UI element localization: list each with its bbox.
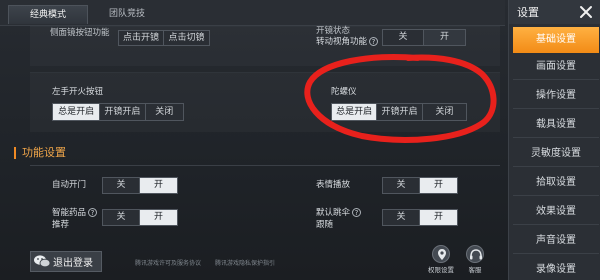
parachute-label-line1: 默认跳伞 (316, 208, 351, 218)
smart-med-label-wrap: 智能药品? (52, 208, 98, 219)
headset-icon (466, 245, 484, 263)
smart-med-label-line1: 智能药品 (52, 208, 87, 218)
menu-replay-settings[interactable]: 录像设置 (513, 257, 599, 280)
gyro-off[interactable]: 关闭 (423, 104, 466, 120)
auto-door-label: 自动开门 (52, 180, 87, 190)
menu-graphics-settings[interactable]: 画面设置 (513, 54, 599, 80)
fire-gyro-row-bg (30, 72, 500, 132)
parachute-label-wrap: 默认跳伞? (316, 208, 362, 219)
gyro-scope[interactable]: 开镜开启 (377, 104, 423, 120)
parachute-off[interactable]: 关 (383, 210, 421, 225)
smart-med-off[interactable]: 关 (103, 210, 141, 225)
section-divider (30, 165, 500, 166)
left-fire-always[interactable]: 总是开启 (53, 104, 101, 120)
emote-label: 表情播放 (316, 180, 351, 190)
tab-classic-mode[interactable]: 经典模式 (8, 5, 88, 24)
license-link[interactable]: 腾讯游戏许可及服务协议 (135, 258, 201, 267)
privacy-link[interactable]: 腾讯游戏隐私保护指引 (215, 258, 275, 267)
settings-side-panel: 设置 基础设置 画面设置 操作设置 载具设置 灵敏度设置 拾取设置 效果设置 声… (508, 0, 600, 280)
mode-tabbar: 经典模式 团队竞技 (0, 0, 505, 26)
gyro-label: 陀螺仪 (331, 87, 357, 97)
scope-rotate-off[interactable]: 关 (383, 30, 425, 45)
gyro-always[interactable]: 总是开启 (332, 104, 378, 120)
menu-control-settings[interactable]: 操作设置 (513, 83, 599, 109)
auto-door-toggle: 关 开 (102, 177, 178, 194)
auto-door-off[interactable]: 关 (103, 178, 141, 193)
menu-basic-settings[interactable]: 基础设置 (513, 27, 599, 53)
permission-settings-label: 权限设置 (428, 266, 454, 274)
logout-button[interactable]: 退出登录 (30, 251, 102, 272)
smart-med-toggle: 关 开 (102, 209, 178, 226)
menu-sound-settings[interactable]: 声音设置 (513, 228, 599, 254)
section-title: 功能设置 (14, 147, 66, 159)
menu-pickup-settings[interactable]: 拾取设置 (513, 170, 599, 196)
settings-screen: 经典模式 团队竞技 侧面镜按钮功能 点击开镜 点击切镜 开镜状态 转动视角功能?… (0, 0, 600, 280)
wechat-icon (31, 251, 53, 272)
side-scope-label: 侧面镜按钮功能 (50, 28, 110, 38)
parachute-label-line2: 跟随 (316, 220, 334, 230)
customer-service-label: 客服 (468, 266, 482, 274)
help-icon[interactable]: ? (88, 208, 98, 217)
emote-toggle: 关 开 (382, 177, 458, 194)
left-fire-segment: 总是开启 开镜开启 关闭 (52, 103, 184, 121)
left-fire-scope[interactable]: 开镜开启 (100, 104, 146, 120)
scope-rotate-toggle: 关 开 (382, 29, 466, 46)
side-scope-option-2[interactable]: 点击切镜 (164, 31, 209, 45)
scope-rotate-label-line1: 开镜状态 (316, 26, 351, 36)
scope-rotate-label-line2: 转动视角功能 (316, 37, 368, 47)
left-fire-label: 左手开火按钮 (52, 87, 104, 97)
gyro-segment: 总是开启 开镜开启 关闭 (331, 103, 467, 121)
close-icon[interactable] (575, 1, 597, 23)
side-scope-option-1[interactable]: 点击开镜 (119, 31, 165, 45)
side-panel-header: 设置 (509, 0, 600, 24)
permission-settings-button[interactable]: 权限设置 (428, 245, 454, 274)
logout-label: 退出登录 (53, 258, 93, 269)
menu-vehicle-settings[interactable]: 载具设置 (513, 112, 599, 138)
menu-effects-settings[interactable]: 效果设置 (513, 199, 599, 225)
customer-service-button[interactable]: 客服 (462, 245, 488, 274)
smart-med-on[interactable]: 开 (140, 210, 177, 225)
help-icon[interactable]: ? (369, 37, 379, 46)
auto-door-on[interactable]: 开 (140, 178, 177, 193)
side-scope-segment: 点击开镜 点击切镜 (118, 30, 210, 46)
location-pin-icon (432, 245, 450, 263)
side-panel-title: 设置 (517, 6, 539, 19)
scope-rotate-label-wrap: 转动视角功能? (316, 37, 379, 48)
parachute-toggle: 关 开 (382, 209, 458, 226)
help-icon[interactable]: ? (352, 208, 362, 217)
menu-sensitivity-settings[interactable]: 灵敏度设置 (513, 141, 599, 167)
emote-on[interactable]: 开 (420, 178, 457, 193)
parachute-on[interactable]: 开 (420, 210, 457, 225)
emote-off[interactable]: 关 (383, 178, 421, 193)
tab-team-deathmatch[interactable]: 团队竞技 (92, 5, 162, 24)
left-fire-off[interactable]: 关闭 (146, 104, 183, 120)
scope-rotate-on[interactable]: 开 (424, 30, 465, 45)
smart-med-label-line2: 推荐 (52, 220, 70, 230)
